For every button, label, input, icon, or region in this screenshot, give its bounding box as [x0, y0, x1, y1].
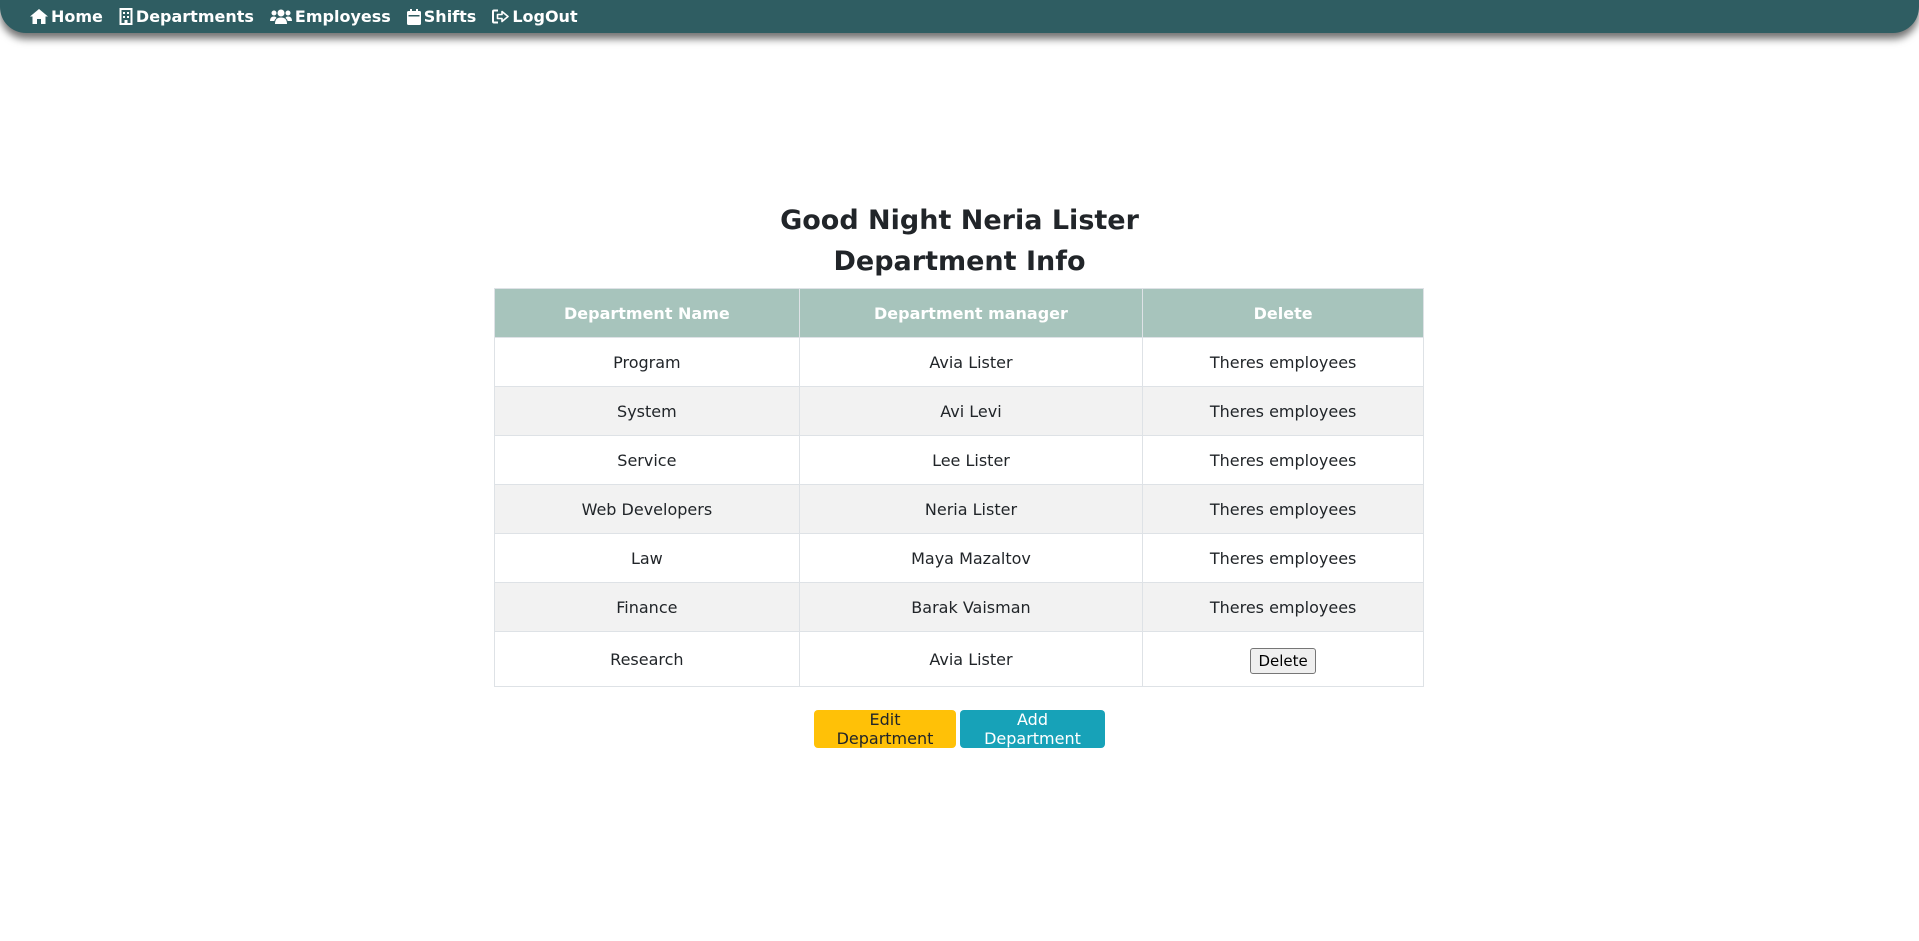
nav-home[interactable]: Home: [30, 7, 103, 26]
table-row: Finance Barak Vaisman Theres employees: [494, 582, 1424, 632]
table-header-row: Department Name Department manager Delet…: [494, 288, 1424, 338]
nav-employees[interactable]: Employess: [269, 7, 391, 26]
nav-home-label: Home: [51, 7, 103, 26]
table-row: Program Avia Lister Theres employees: [494, 337, 1424, 387]
departments-table: Department Name Department manager Delet…: [494, 288, 1424, 687]
building-icon: [119, 8, 133, 25]
nav-logout[interactable]: LogOut: [492, 7, 578, 26]
department-name-cell: Service: [494, 435, 800, 485]
top-navbar: Home Departments Employess Shifts LogOut: [0, 0, 1919, 33]
department-manager-cell: Barak Vaisman: [798, 582, 1144, 632]
nav-logout-label: LogOut: [512, 7, 578, 26]
table-row: Research Avia Lister Delete: [494, 631, 1424, 687]
nav-shifts-label: Shifts: [423, 7, 477, 26]
department-manager-cell: Maya Mazaltov: [798, 533, 1144, 583]
table-row: Web Developers Neria Lister Theres emplo…: [494, 484, 1424, 534]
table-row: System Avi Levi Theres employees: [494, 386, 1424, 436]
delete-department-button[interactable]: Delete: [1250, 648, 1316, 674]
table-row: Service Lee Lister Theres employees: [494, 435, 1424, 485]
delete-status-cell: Theres employees: [1142, 484, 1424, 534]
home-icon: [30, 9, 48, 24]
department-manager-cell: Neria Lister: [798, 484, 1144, 534]
calendar-icon: [406, 8, 421, 25]
department-manager-cell: Avia Lister: [798, 337, 1144, 387]
department-name-cell: Program: [494, 337, 800, 387]
add-department-button[interactable]: Add Department: [960, 710, 1105, 748]
page-subtitle: Department Info: [833, 246, 1086, 277]
logout-icon: [492, 9, 510, 24]
department-name-cell: Research: [494, 631, 800, 687]
department-manager-cell: Lee Lister: [798, 435, 1144, 485]
department-manager-cell: Avi Levi: [798, 386, 1144, 436]
department-name-cell: Web Developers: [494, 484, 800, 534]
header-department-manager: Department manager: [798, 288, 1144, 338]
department-name-cell: Finance: [494, 582, 800, 632]
department-manager-cell: Avia Lister: [798, 631, 1144, 687]
delete-status-cell: Theres employees: [1142, 533, 1424, 583]
edit-department-button[interactable]: Edit Department: [814, 710, 956, 748]
delete-status-cell: Theres employees: [1142, 337, 1424, 387]
delete-status-cell: Theres employees: [1142, 386, 1424, 436]
delete-cell: Delete: [1142, 631, 1424, 687]
nav-departments-label: Departments: [135, 7, 254, 26]
nav-shifts[interactable]: Shifts: [406, 7, 477, 26]
action-buttons: Edit Department Add Department: [0, 710, 1919, 748]
department-name-cell: System: [494, 386, 800, 436]
nav-employees-label: Employess: [294, 7, 391, 26]
users-icon: [269, 9, 292, 24]
header-department-name: Department Name: [494, 288, 800, 338]
greeting-heading: Good Night Neria Lister: [780, 205, 1139, 236]
nav-departments[interactable]: Departments: [119, 7, 254, 26]
department-name-cell: Law: [494, 533, 800, 583]
header-delete: Delete: [1142, 288, 1424, 338]
table-row: Law Maya Mazaltov Theres employees: [494, 533, 1424, 583]
delete-status-cell: Theres employees: [1142, 582, 1424, 632]
delete-status-cell: Theres employees: [1142, 435, 1424, 485]
